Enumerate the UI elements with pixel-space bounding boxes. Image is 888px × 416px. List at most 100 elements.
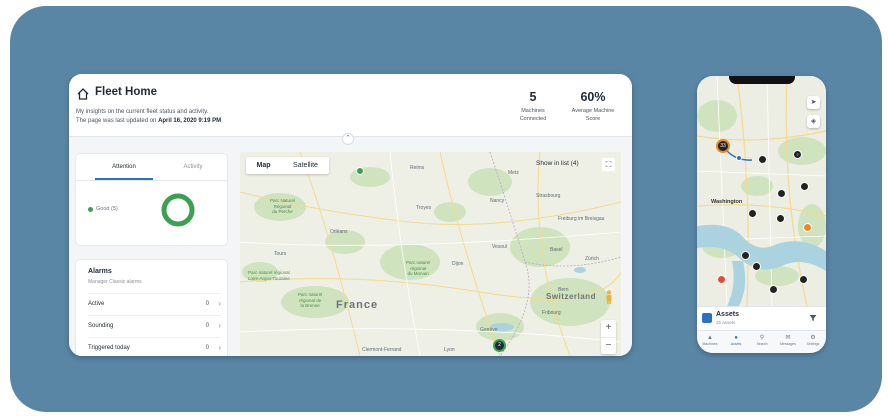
asset-pin[interactable] [799,275,808,284]
map-label-reims: Reims [410,165,425,171]
asset-cluster-marker[interactable]: 33 [716,139,730,153]
alarm-row-sounding[interactable]: Sounding 0 › [88,315,221,335]
stat-average-score: 60% Average Machine Score [563,90,623,123]
tab-label: Search [756,342,768,346]
stat-label: Connected [519,116,547,122]
zoom-in-button[interactable]: + [601,320,616,336]
tab-search[interactable]: ⚲ Search [749,334,775,347]
map-label-switzerland: Switzerland [546,292,596,301]
tab-divider [76,180,227,181]
tab-label: Messages [780,342,796,346]
map-label-dijon: Dijon [452,261,464,267]
asset-pin[interactable] [776,214,785,223]
assets-tab-icon: ● [734,335,738,341]
asset-pin-alert[interactable] [717,275,726,284]
map-layers-button[interactable]: ◈ [807,115,820,128]
assets-count: 25 assets [716,320,736,325]
tab-assets[interactable]: ● Assets [723,334,749,347]
status-panel: Attention Activity Good (5) [76,154,227,245]
map-label-park-loire: Parc naturel régional Loire-Anjou-Tourai… [248,270,290,281]
alarm-row-label: Sounding [88,323,114,329]
assets-icon [702,313,712,323]
asset-pin[interactable] [777,189,786,198]
status-donut-chart [161,193,195,227]
map-label-france: France [336,299,379,311]
phone-frame: ➤ ◈ 33 Washington ? Assets 25 assets ▲ M… [697,76,826,353]
asset-pin[interactable] [741,251,750,260]
map-label-nancy: Nancy [490,198,505,204]
fleet-map[interactable]: France Switzerland Strasbourg Zürich Gen… [240,152,621,356]
layers-icon: ◈ [810,118,817,125]
last-updated-prefix: The page was last updated on [76,118,159,124]
alarm-row-count: 0 [205,323,209,329]
asset-pin[interactable]: ? [793,150,802,159]
chevron-right-icon: › [218,299,221,308]
machines-icon: ▲ [707,335,713,341]
alarms-panel: Alarms Manager Classic alarms Active 0 ›… [76,260,227,356]
map-label-basel: Basel [550,247,563,253]
map-type-toggle: Map Satellite [246,157,329,174]
map-label-washington: Washington [711,199,743,205]
phone-map[interactable] [697,76,826,306]
locate-me-button[interactable]: ➤ [807,96,820,109]
park-brenne-text: Parc naturel régional de la Brenne [298,292,323,308]
alarm-row-triggered-today[interactable]: Triggered today 0 › [88,337,221,356]
stat-machines-connected: 5 Machines Connected [510,90,556,123]
alarm-row-count: 0 [205,345,209,351]
stat-label: Score [585,116,601,122]
map-label-orleans: Orléans [330,229,348,235]
legend-good-label: Good (5) [96,206,118,212]
tab-activity[interactable]: Activity [168,164,218,170]
tab-label: Assets [730,342,742,346]
legend-good-dot [88,207,93,212]
asset-pin-warning[interactable] [803,223,812,232]
asset-pin[interactable] [748,209,757,218]
alarm-row-active[interactable]: Active 0 › [88,293,221,313]
asset-pin[interactable] [758,155,767,164]
page-title: Fleet Home [95,86,157,98]
map-label-park-morvan: Parc naturel régional du Morvan [406,260,430,277]
phone-notch [729,76,795,84]
machine-marker-ok[interactable] [356,167,364,175]
assets-sheet[interactable]: Assets 25 assets [697,306,826,330]
home-icon[interactable] [76,87,90,101]
map-type-map-button[interactable]: Map [246,157,281,174]
map-label-troyes: Troyes [416,205,432,211]
machine-cluster-marker[interactable]: 2 [493,339,506,352]
last-updated-date: April 16, 2020 9:19 PM [158,118,222,124]
tab-settings[interactable]: ⚙ Settings [800,334,826,347]
asset-pin[interactable] [800,182,809,191]
gear-icon: ⚙ [810,335,816,341]
show-in-list-link[interactable]: Show in list (4) [536,160,579,167]
stat-value: 5 [529,90,537,104]
alarms-title: Alarms [88,268,112,275]
map-label-tours: Tours [274,251,287,257]
bottom-tab-bar: ▲ Machines ● Assets ⚲ Search ✉ Messages … [697,330,826,353]
zoom-out-button[interactable]: − [601,337,616,353]
page-header: Fleet Home My insights on the current fl… [69,74,632,137]
park-morvan-text: Parc naturel régional du Morvan [406,260,431,276]
collapse-header-button[interactable]: ⌃ [342,133,354,145]
tab-label: Machines [702,342,718,346]
fullscreen-button[interactable]: ⛶ [602,158,615,171]
tab-attention[interactable]: Attention [96,164,152,170]
page-subtitle: My insights on the current fleet status … [76,109,209,115]
map-type-satellite-button[interactable]: Satellite [282,157,329,174]
tab-messages[interactable]: ✉ Messages [775,334,801,347]
asset-pin[interactable] [769,285,778,294]
tab-machines[interactable]: ▲ Machines [697,334,723,347]
map-label-zurich: Zürich [585,256,599,262]
chevron-up-icon: ⌃ [345,135,351,142]
fullscreen-icon: ⛶ [605,160,612,169]
stat-label: Machines [521,108,545,114]
map-basemap [240,152,621,356]
asset-pin[interactable] [752,262,761,271]
filter-icon[interactable] [809,314,817,322]
street-view-pegman-icon[interactable] [604,290,614,304]
alarm-row-count: 0 [205,301,209,307]
map-label-freiburg: Freiburg im Breisgau [558,216,605,222]
map-label-geneva: Genève [480,327,498,333]
map-label-lyon: Lyon [444,347,455,353]
last-updated: The page was last updated on April 16, 2… [76,118,221,124]
navigation-arrow-icon: ➤ [810,99,817,106]
